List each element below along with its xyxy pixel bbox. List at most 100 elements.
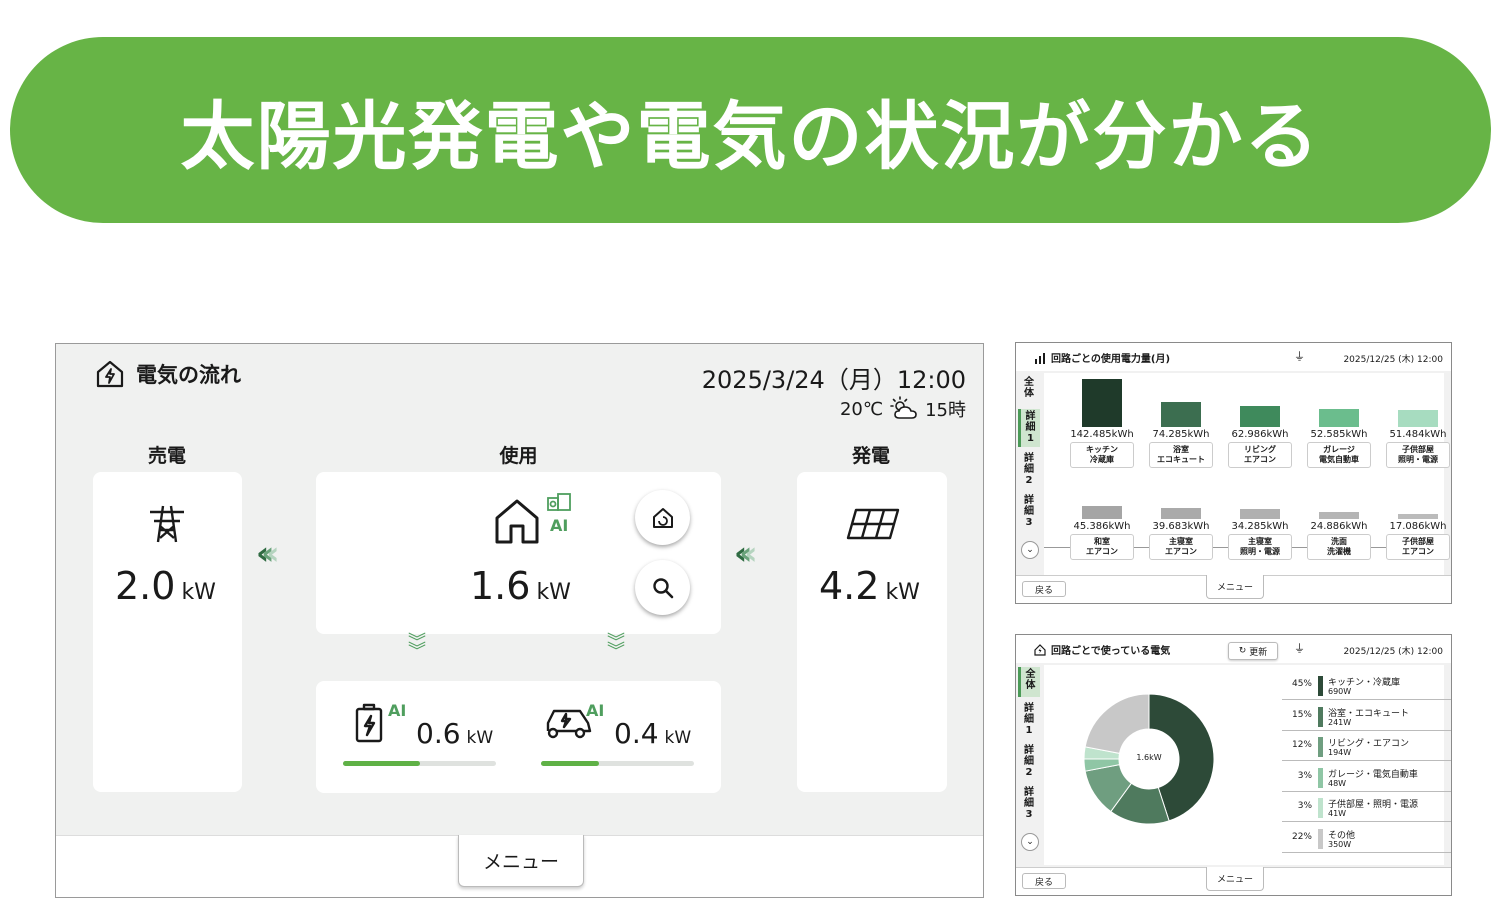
banner: 太陽光発電や電気の状況が分かる — [10, 37, 1491, 223]
legend-item: 22% その他 350W — [1282, 826, 1451, 853]
bar-label[interactable]: 主寝室 エアコン — [1149, 534, 1213, 560]
back-button[interactable]: 戻る — [1022, 873, 1066, 889]
bar-value: 34.285kWh — [1231, 521, 1289, 532]
bar-chart-icon — [1035, 352, 1045, 364]
sell-label: 売電 — [147, 445, 186, 467]
power-tower-icon — [150, 505, 184, 543]
home-refresh-button[interactable] — [635, 490, 690, 545]
scroll-down-button[interactable]: ⌄ — [1021, 833, 1039, 851]
main-screen: 電気の流れ 2025/3/24（月）12:00 20℃ 15時 売電 使用 発電… — [55, 343, 984, 898]
ev-ai-tag: AI — [586, 701, 605, 720]
pie-screen-header: 回路ごとで使っている電気 ↻ 更新 ⏚ 2025/12/25 (木) 12:00 — [1016, 635, 1451, 663]
legend-watt: 690W — [1328, 687, 1352, 696]
storage-card[interactable]: AI 0.6 kW AI 0.4 kW — [316, 681, 721, 793]
tab-3[interactable]: 詳細2 — [1018, 451, 1040, 489]
legend-pct: 15% — [1291, 709, 1312, 720]
tab-2[interactable]: 詳細1 — [1018, 701, 1040, 739]
legend-swatch — [1318, 767, 1323, 788]
flow-arrows-down-2: ︾ ︾ — [607, 632, 625, 662]
battery-value: 0.6 kW — [416, 717, 494, 750]
gen-label: 発電 — [851, 445, 890, 467]
use-ai-tag: AI — [550, 516, 569, 535]
sell-value: 2.0 kW — [115, 564, 216, 608]
legend-pct: 12% — [1291, 740, 1312, 750]
bar-label[interactable]: リビング エアコン — [1228, 442, 1292, 468]
tab-4[interactable]: 詳細3 — [1018, 785, 1040, 823]
legend-item: 3% ガレージ・電気自動車 48W — [1282, 765, 1451, 792]
banner-title: 太陽光発電や電気の状況が分かる — [180, 93, 1321, 180]
legend-pct: 3% — [1297, 770, 1312, 781]
appliance-icon — [547, 493, 571, 511]
bar-value: 17.086kWh — [1389, 521, 1447, 532]
house-refresh-icon — [652, 507, 673, 528]
battery-icon — [355, 703, 383, 743]
house-icon — [495, 499, 539, 544]
legend-item: 15% 浴室・エコキュート 241W — [1282, 704, 1451, 731]
ev-bar — [541, 761, 694, 766]
legend-pct: 22% — [1291, 831, 1312, 842]
ev-value: 0.4 kW — [614, 717, 692, 750]
bar-label[interactable]: 子供部屋 照明・電源 — [1386, 442, 1450, 468]
battery-ai-tag: AI — [388, 701, 407, 720]
flow-arrows-right: ‹‹‹ — [734, 534, 758, 572]
legend-swatch — [1318, 706, 1323, 727]
bar-value: 24.886kWh — [1310, 521, 1368, 532]
temperature: 20℃ — [839, 398, 884, 420]
donut-slice — [1084, 693, 1150, 754]
refresh-button[interactable]: ↻ 更新 — [1228, 642, 1278, 660]
legend-watt: 350W — [1328, 839, 1352, 849]
gen-card[interactable]: 4.2 kW — [797, 472, 947, 792]
circuit-current-screen: 回路ごとで使っている電気 ↻ 更新 ⏚ 2025/12/25 (木) 12:00… — [1015, 634, 1452, 896]
bar-menu-button[interactable]: メニュー — [1206, 575, 1264, 599]
gen-value: 4.2 kW — [819, 564, 920, 608]
bar-screen-footer: 戻る メニュー — [1016, 575, 1451, 603]
bar-label[interactable]: 浴室 エコキュート — [1149, 442, 1213, 468]
flow-arrows-down-1: ︾ ︾ — [408, 632, 426, 662]
bar-label[interactable]: キッチン 冷蔵庫 — [1070, 442, 1134, 468]
bar-value: 142.485kWh — [1070, 429, 1134, 440]
pie-chart-area: 1.6kW 45% キッチン・冷蔵庫 690W 15% 浴室・エコキュート 241W 12%… — [1044, 665, 1451, 865]
legend-pct: 3% — [1297, 801, 1312, 811]
bar-label[interactable]: 主寝室 照明・電源 — [1228, 534, 1292, 560]
tab-1[interactable]: 全体 — [1018, 375, 1040, 405]
bar-label[interactable]: 和室 エアコン — [1070, 534, 1134, 560]
pie-menu-button[interactable]: メニュー — [1206, 867, 1264, 891]
legend-item: 12% リビング・エアコン 194W — [1282, 734, 1451, 761]
flow-arrows-left: ‹‹‹ — [256, 534, 280, 572]
bar-label[interactable]: 子供部屋 エアコン — [1386, 534, 1450, 560]
tab-2[interactable]: 詳細1 — [1018, 409, 1040, 447]
ev-bar-fill — [541, 761, 600, 766]
page-title: 電気の流れ — [94, 358, 241, 390]
battery-bar-fill — [343, 761, 420, 766]
bar-ガレージ — [1319, 409, 1359, 427]
weather-hour: 15時 — [925, 400, 966, 421]
bar-screen-title: 回路ごとの使用電力量(月) — [1034, 350, 1170, 365]
back-button[interactable]: 戻る — [1022, 581, 1066, 597]
bar-screen-date: 2025/12/25 (木) 12:00 — [1343, 355, 1443, 365]
refresh-icon: ↻ — [1238, 646, 1250, 656]
donut-center-value: 1.6kW — [1136, 753, 1162, 762]
legend-watt: 194W — [1328, 748, 1352, 757]
tab-1[interactable]: 全体 — [1018, 667, 1040, 697]
bar-chart-area: 142.485kWh キッチン 冷蔵庫 74.285kWh 浴室 エコキュート 62.986… — [1044, 373, 1450, 578]
bar-value: 39.683kWh — [1152, 521, 1210, 532]
bar-screen-header: 回路ごとの使用電力量(月) ⏚ 2025/12/25 (木) 12:00 — [1016, 343, 1451, 371]
pie-screen-footer: 戻る メニュー — [1016, 867, 1451, 895]
bar-label[interactable]: 洗面 洗濯機 — [1307, 534, 1371, 560]
scroll-down-button[interactable]: ⌄ — [1021, 541, 1039, 559]
bar-キッチン — [1082, 379, 1122, 427]
tab-4[interactable]: 詳細3 — [1018, 493, 1040, 531]
weather: 20℃ 15時 — [840, 396, 966, 422]
use-card[interactable]: AI 1.6 kW — [316, 472, 721, 634]
bar-主寝室 — [1161, 508, 1201, 519]
house-bolt-icon — [1034, 643, 1046, 656]
legend-watt: 241W — [1328, 717, 1352, 727]
tab-3[interactable]: 詳細2 — [1018, 743, 1040, 781]
bar-子供部屋 — [1398, 410, 1438, 427]
sell-card[interactable]: 2.0 kW — [93, 472, 242, 792]
plug-icon: ⏚ — [1294, 642, 1305, 655]
search-button[interactable] — [635, 560, 690, 615]
menu-button[interactable]: メニュー — [458, 835, 584, 887]
bar-label[interactable]: ガレージ 電気自動車 — [1307, 442, 1371, 468]
search-icon — [652, 577, 673, 598]
